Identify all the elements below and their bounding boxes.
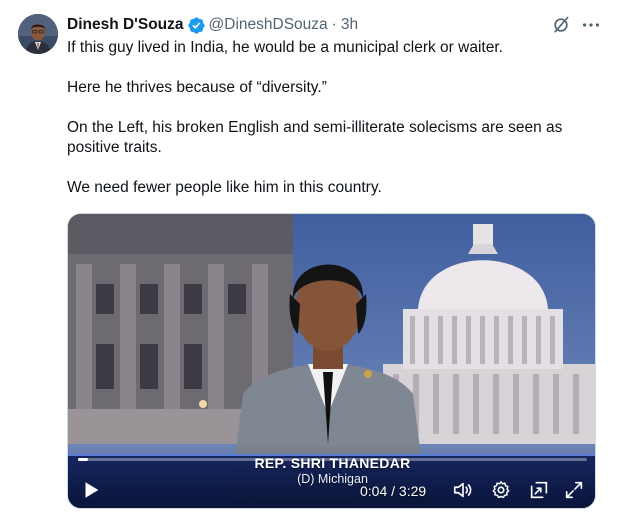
video-controls: 0:04 / 3:29 (68, 476, 595, 506)
video-player[interactable]: REP. SHRI THANEDAR (D) Michigan 0:04 / 3… (67, 213, 596, 509)
author-display-name[interactable]: Dinesh D'Souza (67, 16, 184, 34)
author-handle[interactable]: @DineshDSouza (209, 16, 328, 34)
tweet-paragraph: We need fewer people like him in this co… (67, 179, 382, 196)
volume-icon[interactable] (452, 479, 474, 501)
avatar[interactable] (18, 14, 58, 54)
verified-badge-icon (187, 16, 206, 35)
fullscreen-icon[interactable] (563, 479, 585, 501)
settings-gear-icon[interactable] (490, 479, 512, 501)
tweet-header: Dinesh D'Souza @DineshDSouza · 3h (67, 14, 358, 36)
tweet-text: If this guy lived in India, he would be … (67, 38, 607, 218)
avatar-image (18, 14, 58, 54)
video-time-readout: 0:04 / 3:29 (360, 483, 427, 499)
video-progress-track[interactable] (78, 458, 587, 461)
tweet: Dinesh D'Souza @DineshDSouza · 3h If thi… (0, 0, 640, 523)
tweet-paragraph: If this guy lived in India, he would be … (67, 39, 503, 56)
grok-icon[interactable] (551, 15, 571, 35)
tweet-paragraph: Here he thrives because of “diversity.” (67, 79, 327, 96)
picture-in-picture-icon[interactable] (528, 479, 550, 501)
video-progress-fill (78, 458, 89, 461)
more-horizontal-icon[interactable] (580, 14, 602, 36)
meta-separator: · (331, 16, 337, 33)
tweet-paragraph: On the Left, his broken English and semi… (67, 119, 563, 156)
tweet-timestamp[interactable]: 3h (341, 16, 358, 34)
play-icon[interactable] (80, 479, 102, 501)
